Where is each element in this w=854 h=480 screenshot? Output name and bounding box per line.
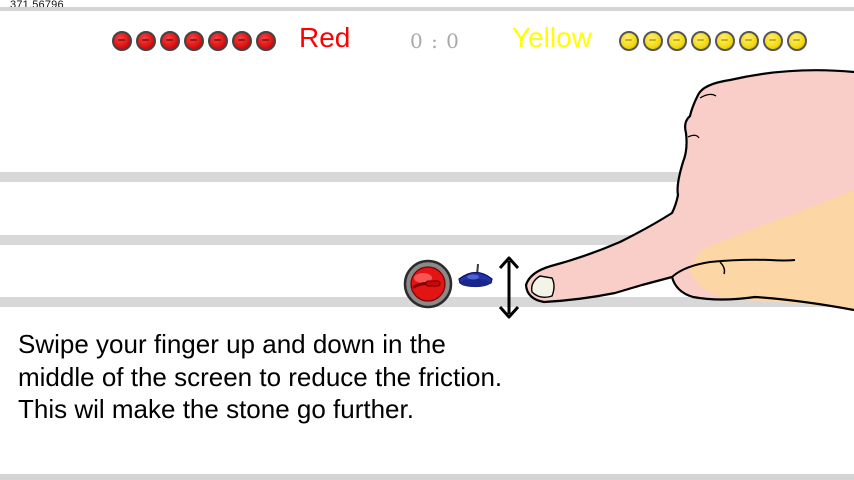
- bottom-divider: [0, 474, 854, 480]
- up-down-arrow-icon: [498, 256, 520, 319]
- tutorial-instruction-text: Swipe your finger up and down in the mid…: [18, 329, 503, 424]
- curling-stone-red-icon[interactable]: [403, 259, 453, 309]
- curling-stone-blue-icon: [458, 263, 493, 288]
- pointing-hand-icon: [524, 69, 854, 312]
